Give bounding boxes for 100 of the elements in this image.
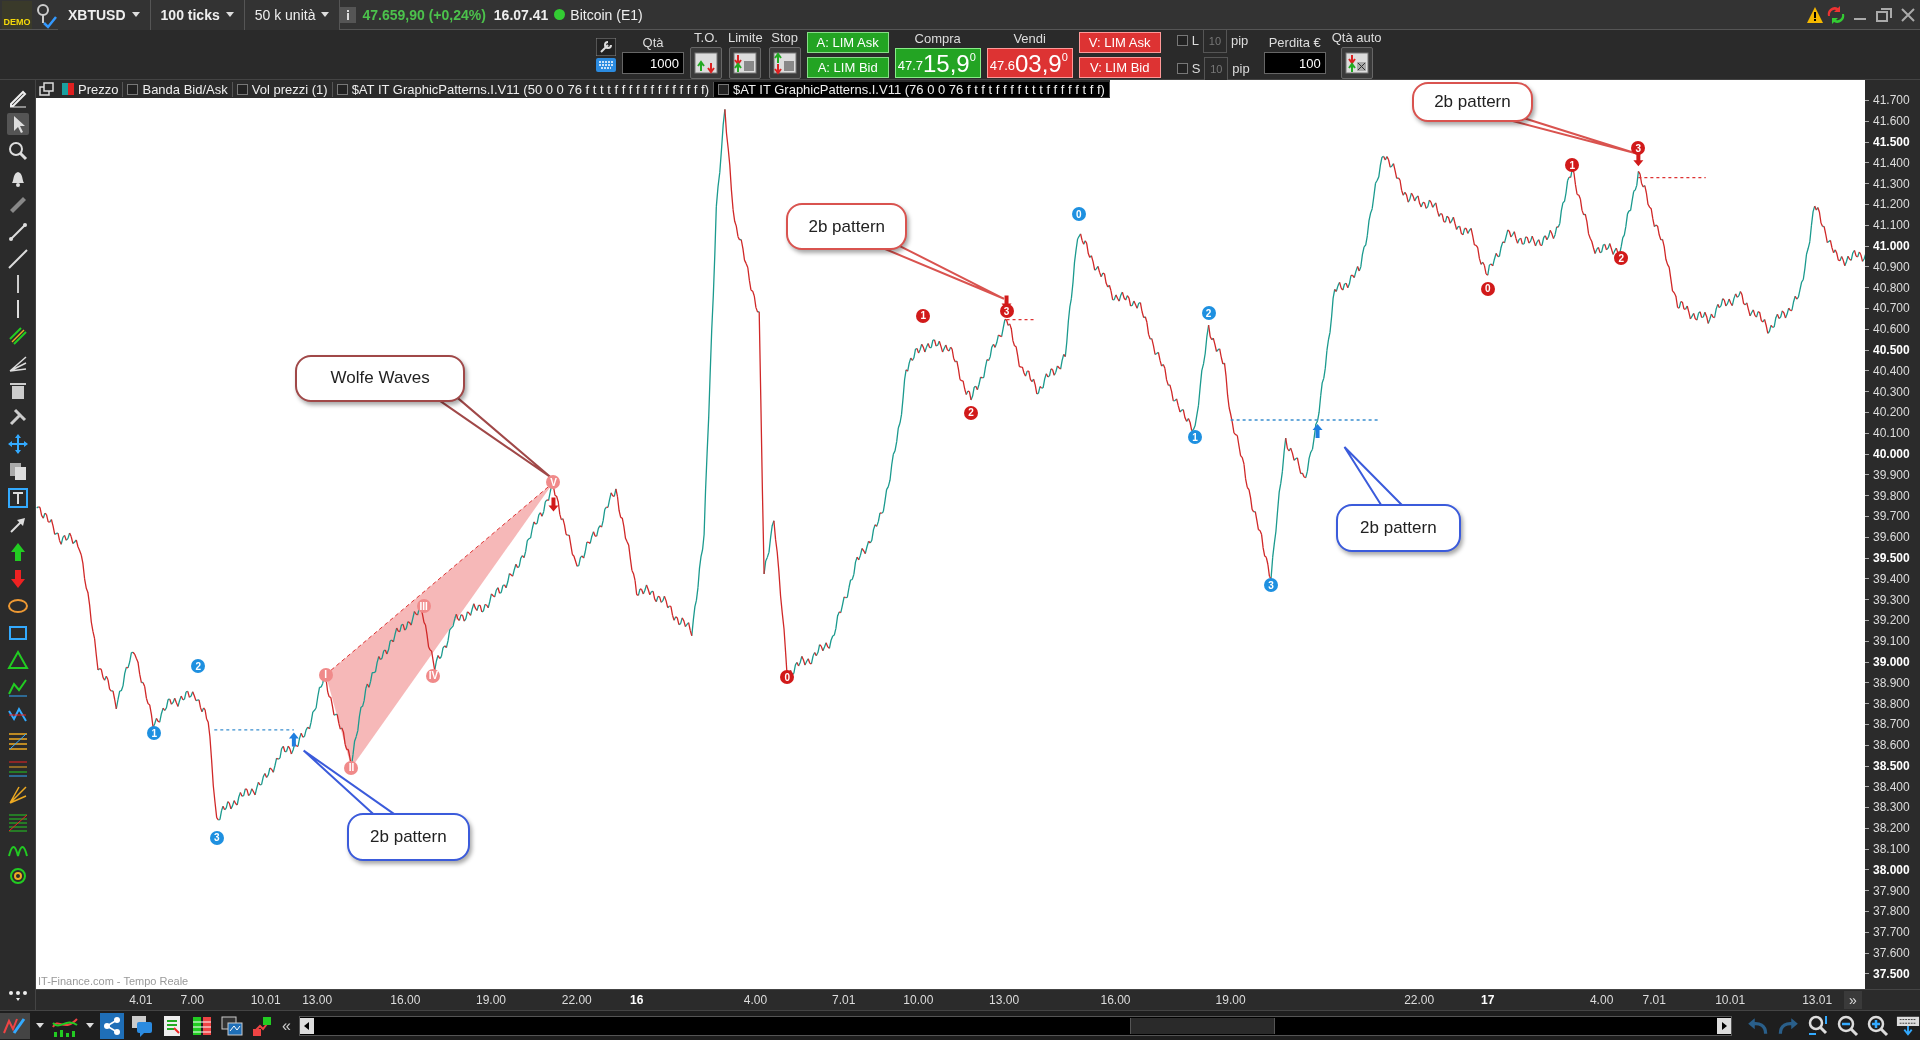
loss-field[interactable]: 100 bbox=[1263, 52, 1326, 74]
pattern-marker: 0 bbox=[1480, 281, 1495, 296]
legend-label[interactable]: Prezzo bbox=[78, 81, 119, 97]
price-label: 40.200 bbox=[1873, 405, 1910, 420]
time-label: 16.00 bbox=[1100, 993, 1131, 1007]
horizontal-scrollbar[interactable] bbox=[298, 1015, 1732, 1036]
pattern-marker: II bbox=[344, 760, 359, 775]
order-type-icon bbox=[1343, 51, 1370, 75]
price-label: 39.700 bbox=[1873, 509, 1910, 524]
scroll-right-button[interactable]: » bbox=[1844, 991, 1862, 1009]
checkbox-label: S bbox=[1191, 61, 1201, 76]
triangle-icon[interactable] bbox=[6, 649, 29, 671]
dashed-level-line bbox=[1637, 176, 1707, 179]
series-swatch[interactable] bbox=[62, 83, 74, 95]
pattern-marker: 2 bbox=[191, 659, 206, 674]
auto-quantity-button[interactable] bbox=[1340, 47, 1373, 79]
checkbox[interactable] bbox=[1176, 35, 1188, 46]
auto-quantity-label: Qtà auto bbox=[1331, 30, 1382, 45]
caret-icon bbox=[225, 12, 234, 17]
windows-icon[interactable] bbox=[39, 82, 55, 96]
up-arrow-icon bbox=[1312, 424, 1323, 438]
move-icon[interactable] bbox=[6, 433, 29, 455]
last-price: 47.659,90 (+0,24%) bbox=[362, 6, 486, 23]
checkbox[interactable] bbox=[336, 83, 348, 95]
checkbox-label: L bbox=[1191, 33, 1199, 48]
sell-limit-bid-button[interactable]: V: LIM Bid bbox=[1078, 56, 1161, 78]
price-label: 39.500 bbox=[1873, 550, 1910, 565]
line-icon[interactable] bbox=[6, 248, 29, 270]
checkbox[interactable] bbox=[1176, 63, 1188, 74]
quantity-field[interactable]: 1000 bbox=[622, 52, 684, 74]
gann-icon[interactable] bbox=[6, 811, 29, 833]
stop-order-button[interactable] bbox=[768, 47, 801, 79]
price-label: 40.000 bbox=[1873, 446, 1910, 461]
cursor-icon[interactable] bbox=[6, 113, 29, 135]
loss-label: Perdita € bbox=[1268, 35, 1321, 50]
checkbox[interactable] bbox=[236, 83, 248, 95]
interval-dropdown[interactable]: 100 ticks bbox=[150, 0, 245, 30]
drawing-tools-icon[interactable] bbox=[0, 1012, 30, 1039]
price-label: 41.300 bbox=[1873, 176, 1910, 191]
price-label: 41.100 bbox=[1873, 218, 1910, 233]
price-label: 40.300 bbox=[1873, 384, 1910, 399]
sell-limit-ask-button[interactable]: V: LIM Ask bbox=[1078, 31, 1161, 53]
up-arrow-icon bbox=[288, 732, 299, 747]
pattern-marker: 3 bbox=[209, 830, 224, 845]
pitchfork-icon[interactable] bbox=[6, 784, 29, 806]
time-label: 7.01 bbox=[832, 993, 856, 1007]
order-type-icon bbox=[693, 51, 719, 75]
instrument-name: Bitcoin (E1) bbox=[570, 6, 643, 23]
time-label: 16.00 bbox=[390, 993, 421, 1007]
price-label: 38.500 bbox=[1873, 758, 1910, 773]
fibonacci-icon[interactable] bbox=[6, 730, 29, 752]
price-label: 39.200 bbox=[1873, 613, 1910, 628]
pattern-marker: 1 bbox=[147, 726, 162, 741]
collapse-button[interactable]: « bbox=[280, 1016, 293, 1035]
callout-label: 2b pattern bbox=[1335, 504, 1461, 553]
time-label: 10.01 bbox=[250, 993, 281, 1007]
price-label: 41.600 bbox=[1873, 114, 1910, 129]
checkbox[interactable] bbox=[127, 83, 139, 95]
legend-label[interactable]: $AT IT GraphicPatterns.I.V11 (50 0 0 76 f t t t f f f f f f f f f f f f f) bbox=[351, 81, 710, 97]
price-label: 37.900 bbox=[1873, 883, 1910, 898]
pattern-marker: 3 bbox=[999, 304, 1014, 318]
legend-label[interactable]: Vol prezzi (1) bbox=[251, 81, 328, 97]
zoom-fit-icon[interactable] bbox=[1806, 1013, 1830, 1038]
checkbox[interactable] bbox=[718, 83, 730, 95]
order-to-button[interactable] bbox=[690, 47, 722, 79]
quantity-label: Qtà bbox=[642, 35, 664, 50]
symbol-dropdown[interactable]: XBTUSD bbox=[58, 0, 151, 30]
pattern-marker: 2 bbox=[1614, 251, 1629, 266]
text-icon[interactable] bbox=[6, 487, 29, 509]
last-time: 16.07.41 bbox=[493, 6, 549, 23]
price-label: 38.800 bbox=[1873, 696, 1910, 711]
keyboard-icon[interactable] bbox=[596, 57, 616, 72]
scroll-thumb[interactable] bbox=[1129, 1017, 1276, 1034]
zoom-out-icon[interactable] bbox=[1836, 1013, 1860, 1038]
time-label: 17 bbox=[1481, 993, 1495, 1007]
callout-label: Wolfe Waves bbox=[295, 355, 466, 402]
price-label: 41.200 bbox=[1873, 197, 1910, 212]
price-label: 38.400 bbox=[1873, 779, 1910, 794]
segment-icon[interactable] bbox=[6, 221, 29, 243]
info-icon[interactable] bbox=[340, 6, 357, 23]
volume-dropdown[interactable]: 50 k unità bbox=[244, 0, 341, 30]
share-icon[interactable] bbox=[100, 1012, 124, 1039]
windows-icon[interactable] bbox=[220, 1013, 244, 1038]
legend-label[interactable]: Banda Bid/Ask bbox=[142, 81, 228, 97]
magnifier-icon[interactable] bbox=[6, 140, 29, 162]
warning-icon[interactable] bbox=[1806, 5, 1824, 24]
wrench-icon[interactable] bbox=[596, 37, 616, 56]
price-label: 40.100 bbox=[1873, 426, 1910, 441]
price-label: 37.700 bbox=[1873, 925, 1910, 940]
pattern-marker: 3 bbox=[1631, 141, 1646, 156]
limit-order-button[interactable] bbox=[729, 47, 762, 79]
price-label: 39.400 bbox=[1873, 571, 1910, 586]
pattern-marker: I bbox=[318, 667, 333, 682]
pattern-marker: 2 bbox=[964, 405, 978, 420]
pattern-marker: 1 bbox=[1565, 158, 1580, 173]
price-label: 41.400 bbox=[1873, 155, 1910, 170]
zoom-in-icon[interactable] bbox=[1866, 1013, 1890, 1038]
chat-icon[interactable] bbox=[130, 1013, 154, 1038]
time-label: 13.00 bbox=[989, 993, 1020, 1007]
price-label: 38.700 bbox=[1873, 717, 1910, 732]
